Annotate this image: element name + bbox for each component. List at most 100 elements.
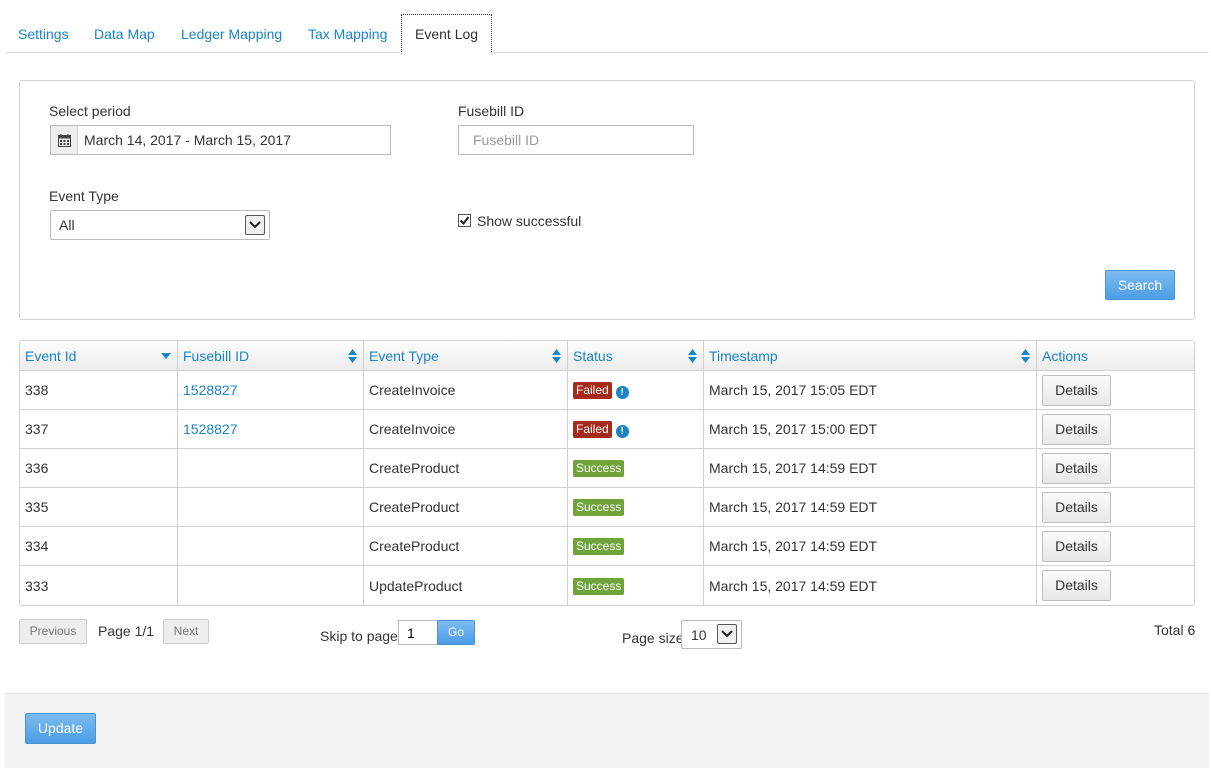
column-header-label: Status xyxy=(573,347,613,364)
tab-data-map[interactable]: Data Map xyxy=(81,14,168,53)
total-count: Total 6 xyxy=(1154,622,1196,638)
fusebill-id-cell[interactable]: 1528827 xyxy=(178,371,364,410)
tab-tax-mapping[interactable]: Tax Mapping xyxy=(295,14,400,53)
fusebill-id-input[interactable] xyxy=(458,125,694,155)
event-type-cell: CreateProduct xyxy=(364,527,568,566)
table-header-row: Event Id Fusebill ID Event Type Status T… xyxy=(20,341,1194,371)
timestamp-cell: March 15, 2017 14:59 EDT xyxy=(704,566,1037,605)
table-row: 337 1528827 CreateInvoice Failed! March … xyxy=(20,410,1194,449)
show-successful-checkbox[interactable] xyxy=(458,214,471,227)
fusebill-id-cell xyxy=(178,527,364,566)
tab-ledger-mapping[interactable]: Ledger Mapping xyxy=(168,14,295,53)
event-type-label: Event Type xyxy=(49,188,119,204)
event-id-cell: 334 xyxy=(20,527,178,566)
column-header-label: Event Type xyxy=(369,347,439,364)
status-badge: Failed xyxy=(573,421,612,438)
actions-cell: Details xyxy=(1037,449,1194,488)
details-button[interactable]: Details xyxy=(1042,413,1111,445)
column-header-status[interactable]: Status xyxy=(568,341,704,371)
fusebill-id-label: Fusebill ID xyxy=(458,103,525,119)
column-header-event-id[interactable]: Event Id xyxy=(20,341,178,371)
status-badge: Failed xyxy=(573,382,612,399)
event-type-cell: CreateInvoice xyxy=(364,410,568,449)
event-type-cell: CreateProduct xyxy=(364,449,568,488)
timestamp-cell: March 15, 2017 15:05 EDT xyxy=(704,371,1037,410)
actions-cell: Details xyxy=(1037,410,1194,449)
page-size-value: 10 xyxy=(691,627,707,643)
event-id-cell: 338 xyxy=(20,371,178,410)
event-id-cell: 335 xyxy=(20,488,178,527)
fusebill-id-link[interactable]: 1528827 xyxy=(183,421,238,437)
column-header-event-type[interactable]: Event Type xyxy=(364,341,568,371)
search-button[interactable]: Search xyxy=(1105,270,1175,300)
update-button[interactable]: Update xyxy=(25,713,96,744)
fusebill-id-link[interactable]: 1528827 xyxy=(183,382,238,398)
previous-page-button[interactable]: Previous xyxy=(19,619,87,644)
actions-cell: Details xyxy=(1037,527,1194,566)
table-row: 333 UpdateProduct Success March 15, 2017… xyxy=(20,566,1194,605)
footer-bar: Update xyxy=(5,693,1209,768)
column-header-timestamp[interactable]: Timestamp xyxy=(704,341,1037,371)
event-type-cell: CreateInvoice xyxy=(364,371,568,410)
period-value: March 14, 2017 - March 15, 2017 xyxy=(84,132,292,148)
event-type-cell: CreateProduct xyxy=(364,488,568,527)
tab-settings[interactable]: Settings xyxy=(5,14,82,53)
sort-icon[interactable] xyxy=(688,349,697,363)
timestamp-cell: March 15, 2017 15:00 EDT xyxy=(704,410,1037,449)
sort-icon[interactable] xyxy=(348,349,357,363)
event-id-cell: 337 xyxy=(20,410,178,449)
column-header-fusebill-id[interactable]: Fusebill ID xyxy=(178,341,364,371)
info-icon[interactable]: ! xyxy=(615,386,629,399)
details-button[interactable]: Details xyxy=(1042,491,1111,523)
chevron-down-icon[interactable] xyxy=(245,215,265,235)
go-button[interactable]: Go xyxy=(437,620,475,645)
fusebill-id-cell xyxy=(178,488,364,527)
status-badge: Success xyxy=(573,538,625,555)
status-badge: Success xyxy=(573,577,625,595)
status-cell: Success xyxy=(568,527,704,566)
sort-icon[interactable] xyxy=(552,349,561,363)
table-row: 338 1528827 CreateInvoice Failed! March … xyxy=(20,371,1194,410)
period-field[interactable]: March 14, 2017 - March 15, 2017 xyxy=(50,125,391,155)
chevron-down-icon[interactable] xyxy=(717,624,737,644)
sort-desc-icon[interactable] xyxy=(161,352,171,360)
table-row: 336 CreateProduct Success March 15, 2017… xyxy=(20,449,1194,488)
column-header-actions: Actions xyxy=(1037,341,1194,371)
sort-icon[interactable] xyxy=(1021,349,1030,363)
timestamp-cell: March 15, 2017 14:59 EDT xyxy=(704,527,1037,566)
event-log-table: Event Id Fusebill ID Event Type Status T… xyxy=(19,340,1195,606)
status-cell: Failed! xyxy=(568,410,704,449)
event-id-cell: 333 xyxy=(20,566,178,605)
status-badge: Success xyxy=(573,499,625,516)
fusebill-id-cell[interactable]: 1528827 xyxy=(178,410,364,449)
page-size-select[interactable]: 10 xyxy=(681,620,742,649)
show-successful-label[interactable]: Show successful xyxy=(477,213,581,229)
details-button[interactable]: Details xyxy=(1042,452,1111,484)
info-icon[interactable]: ! xyxy=(615,425,629,438)
details-button[interactable]: Details xyxy=(1042,570,1111,601)
details-button[interactable]: Details xyxy=(1042,530,1111,562)
skip-to-page-label: Skip to page xyxy=(320,628,398,644)
tab-event-log[interactable]: Event Log xyxy=(401,14,493,54)
page-indicator: Page 1/1 xyxy=(98,623,155,639)
table-row: 334 CreateProduct Success March 15, 2017… xyxy=(20,527,1194,566)
event-type-select[interactable]: All xyxy=(50,210,270,240)
timestamp-cell: March 15, 2017 14:59 EDT xyxy=(704,488,1037,527)
skip-to-page-input[interactable] xyxy=(398,620,438,645)
status-cell: Success xyxy=(568,566,704,605)
status-cell: Success xyxy=(568,488,704,527)
event-type-value: All xyxy=(59,217,75,233)
details-button[interactable]: Details xyxy=(1042,374,1111,406)
page-size-label: Page size xyxy=(622,630,684,646)
filter-panel: Select period March 14, 2017 - March 15,… xyxy=(19,80,1195,320)
column-header-label: Fusebill ID xyxy=(183,347,250,364)
timestamp-cell: March 15, 2017 14:59 EDT xyxy=(704,449,1037,488)
event-type-cell: UpdateProduct xyxy=(364,566,568,605)
calendar-icon[interactable] xyxy=(51,126,78,154)
event-id-cell: 336 xyxy=(20,449,178,488)
actions-cell: Details xyxy=(1037,566,1194,605)
next-page-button[interactable]: Next xyxy=(163,619,209,644)
table-row: 335 CreateProduct Success March 15, 2017… xyxy=(20,488,1194,527)
status-badge: Success xyxy=(573,460,625,477)
column-header-label: Event Id xyxy=(25,347,77,364)
